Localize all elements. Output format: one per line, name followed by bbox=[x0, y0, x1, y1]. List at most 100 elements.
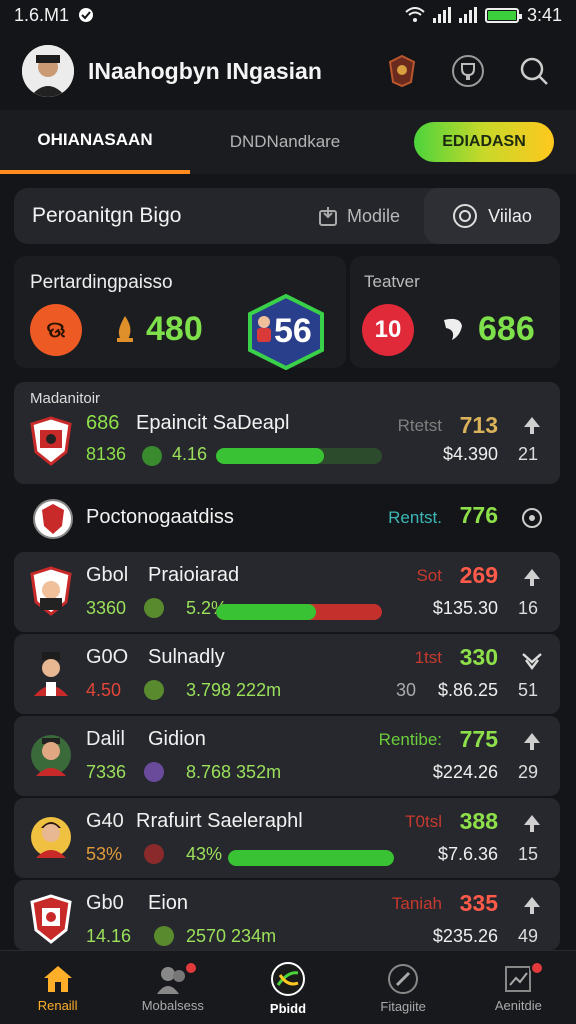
table-row[interactable]: Poctonogaatdiss Rentst. 776 bbox=[14, 490, 560, 546]
settings-icon[interactable] bbox=[520, 506, 544, 530]
flame-icon bbox=[117, 316, 133, 342]
progress-fill bbox=[216, 448, 324, 464]
filter-card: Peroanitgn Bigo Modile Viilao bbox=[14, 188, 560, 244]
arrow-up-icon[interactable] bbox=[520, 812, 544, 836]
hex-value: 56 bbox=[274, 312, 312, 350]
table-row[interactable]: Gbol Praioiarad 3360 5.2% Sot 269 $135.3… bbox=[14, 552, 560, 632]
player-portrait-icon bbox=[31, 817, 71, 858]
row-tag: 1tst bbox=[414, 648, 442, 667]
tab-secondary[interactable]: DNDNandkare bbox=[190, 110, 380, 174]
row-count: 21 bbox=[517, 444, 538, 464]
mode-toggle[interactable]: Modile bbox=[317, 205, 400, 227]
row-subval: 4.16 bbox=[172, 444, 208, 464]
row-price: $7.6.36 bbox=[437, 844, 498, 864]
signal-icon bbox=[432, 7, 451, 23]
row-score: 776 bbox=[459, 502, 498, 528]
arrow-up-icon[interactable] bbox=[520, 566, 544, 590]
stats-label-secondary: Teatver bbox=[364, 272, 420, 291]
nav-item-players[interactable]: Mobalsess bbox=[115, 951, 230, 1024]
edit-icon bbox=[388, 963, 419, 994]
row-count: 51 bbox=[517, 680, 538, 700]
nav-item-edit[interactable]: Fitagiite bbox=[346, 951, 461, 1024]
player-portrait-icon bbox=[31, 735, 71, 776]
status-chip-icon bbox=[154, 926, 174, 946]
table-row[interactable]: Madanitoir 686 Epaincit SaDeapl 8136 4.1… bbox=[14, 382, 560, 484]
home-icon bbox=[43, 965, 72, 992]
video-button[interactable]: Viilao bbox=[424, 188, 560, 244]
progress-fill bbox=[216, 604, 316, 620]
cta-button[interactable]: EDIADASN bbox=[414, 122, 554, 162]
row-score: 713 bbox=[459, 412, 498, 438]
arrow-up-icon[interactable] bbox=[520, 894, 544, 918]
notification-icon bbox=[79, 8, 94, 22]
swirl-icon bbox=[444, 318, 462, 340]
row-price: $4.390 bbox=[442, 444, 498, 464]
search-icon[interactable] bbox=[514, 51, 554, 91]
row-tag: Sot bbox=[416, 566, 442, 585]
row-rank: G40 bbox=[86, 810, 124, 832]
tab-bar: OHIANASAAN DNDNandkare EDIADASN bbox=[0, 110, 576, 174]
trophy-icon[interactable] bbox=[448, 51, 488, 91]
player-badge-icon bbox=[30, 566, 72, 616]
table-row[interactable]: G0O Sulnadly 4.50 3.798 222m 30 1tst 330… bbox=[14, 634, 560, 714]
row-tag: T0tsl bbox=[405, 812, 442, 831]
row-name: Gidion bbox=[148, 728, 206, 750]
section-label: Madanitoir bbox=[30, 390, 101, 407]
row-name: Praioiarad bbox=[148, 564, 240, 586]
tab-overview[interactable]: OHIANASAAN bbox=[0, 110, 190, 174]
row-score: 388 bbox=[459, 808, 498, 834]
team-crest-icon[interactable] bbox=[382, 51, 422, 91]
nav-label: Aenitdie bbox=[494, 997, 542, 1013]
row-price: $135.30 bbox=[432, 598, 498, 618]
nav-item-stats[interactable]: Aenitdie bbox=[461, 951, 576, 1024]
nav-label: Mobalsess bbox=[141, 997, 204, 1013]
wifi-icon bbox=[405, 7, 425, 22]
row-rank: G0O bbox=[86, 646, 129, 668]
status-chip-icon bbox=[144, 680, 164, 700]
ball-icon bbox=[270, 961, 305, 996]
row-name: Eion bbox=[148, 892, 189, 914]
row-count: 29 bbox=[517, 762, 538, 782]
table-row[interactable]: Gb0 Eion 14.16 2570 234m Taniah 335 $235… bbox=[14, 880, 560, 950]
red-ball-icon: 10 bbox=[362, 304, 414, 356]
nav-item-ball[interactable]: Pbidd bbox=[230, 951, 345, 1024]
row-tag: Taniah bbox=[391, 894, 442, 913]
stat-value-main: 480 bbox=[146, 310, 203, 348]
progress-bar bbox=[228, 850, 394, 866]
row-name: Epaincit SaDeapl bbox=[136, 412, 290, 434]
video-icon bbox=[453, 204, 478, 228]
score-hex-badge: 56 bbox=[246, 293, 326, 371]
upload-icon bbox=[318, 207, 337, 226]
stats-label-main: Pertardingpaisso bbox=[30, 272, 173, 293]
nav-label: Fitagiite bbox=[380, 998, 426, 1014]
status-bar: 1.6.M1 3:41 bbox=[0, 0, 576, 30]
nav-item-home[interactable]: Renaill bbox=[0, 951, 115, 1024]
row-sub: 7336 bbox=[86, 762, 127, 782]
row-rank: Gb0 bbox=[86, 892, 124, 914]
signal-icon-2 bbox=[458, 7, 477, 23]
arrow-up-icon[interactable] bbox=[520, 414, 544, 438]
chart-icon bbox=[505, 965, 532, 992]
row-score: 269 bbox=[459, 562, 498, 588]
row-subval: 2570 234m bbox=[186, 926, 277, 946]
row-subval: 8.768 352m bbox=[186, 762, 282, 782]
row-name: Rrafuirt Saeleraphl bbox=[136, 810, 303, 832]
bottom-navigation: Renaill Mobalsess Pbidd Fitagiite Aenitd… bbox=[0, 950, 576, 1024]
swirl-down-icon[interactable] bbox=[520, 648, 544, 672]
video-label: Viilao bbox=[488, 205, 532, 226]
stats-card-main: Pertardingpaisso ଊ 480 56 bbox=[14, 256, 346, 371]
row-price: $224.26 bbox=[432, 762, 498, 782]
stat-value-secondary: 686 bbox=[478, 310, 535, 348]
table-row[interactable]: Dalil Gidion 7336 8.768 352m Rentibe: 77… bbox=[14, 716, 560, 796]
progress-bar bbox=[216, 448, 382, 464]
table-row[interactable]: G40 Rrafuirt Saeleraphl 53% 43% T0tsl 38… bbox=[14, 798, 560, 878]
progress-fill bbox=[228, 850, 394, 866]
profile-avatar[interactable] bbox=[22, 45, 74, 97]
row-score: 330 bbox=[459, 644, 498, 670]
arrow-up-icon[interactable] bbox=[520, 730, 544, 754]
status-left-text: 1.6.M1 bbox=[14, 4, 70, 25]
progress-bar bbox=[216, 604, 382, 620]
row-name: Poctonogaatdiss bbox=[86, 506, 234, 528]
row-sub: 3360 bbox=[86, 598, 127, 618]
nav-label: Renaill bbox=[37, 997, 78, 1013]
